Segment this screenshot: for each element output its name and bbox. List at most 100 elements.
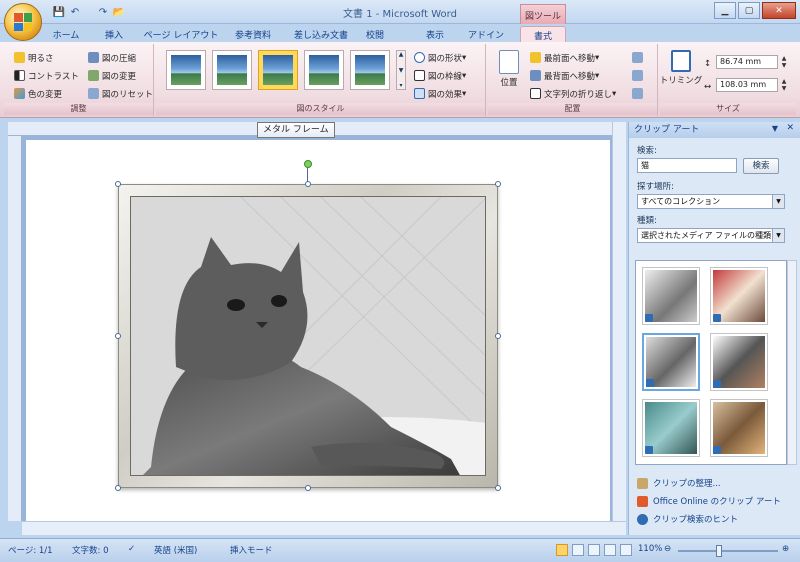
resize-handle-w[interactable] — [115, 333, 121, 339]
gallery-up-icon[interactable]: ▲ — [399, 51, 404, 58]
selected-picture[interactable] — [118, 184, 498, 488]
resize-handle-se[interactable] — [495, 485, 501, 491]
contextual-tab-group-label: 図ツール — [520, 4, 566, 24]
compress-pictures-button[interactable]: 図の圧縮 — [88, 50, 136, 65]
picture-effects-button[interactable]: 図の効果 ▾ — [414, 86, 466, 101]
resize-handle-e[interactable] — [495, 333, 501, 339]
folder-icon[interactable]: 📂 — [112, 5, 126, 19]
align-icon — [632, 52, 643, 63]
undo-icon[interactable]: ↶ — [68, 5, 82, 19]
gallery-more-icon[interactable]: ▾ — [399, 82, 402, 89]
proofing-icon[interactable]: ✓ — [128, 544, 135, 554]
results-scrollbar[interactable] — [787, 260, 797, 465]
send-to-back-button[interactable]: 最背面へ移動 ▾ — [530, 68, 599, 83]
horizontal-scrollbar[interactable] — [22, 521, 626, 535]
zoom-out-icon[interactable]: ⊖ — [664, 544, 671, 554]
full-screen-view-icon[interactable] — [572, 544, 584, 556]
clip-result-5[interactable] — [642, 399, 700, 457]
clip-result-1[interactable] — [642, 267, 700, 325]
type-select[interactable]: 選択されたメディア ファイルの種類 ▼ — [637, 228, 785, 243]
office-online-link[interactable]: Office Online のクリップ アート — [637, 494, 781, 508]
brightness-button[interactable]: 明るさ — [14, 50, 54, 65]
recolor-button[interactable]: 色の変更 — [14, 86, 62, 101]
picture-style-5[interactable] — [350, 50, 390, 90]
reset-picture-button[interactable]: 図のリセット — [88, 86, 153, 101]
clip-result-2[interactable] — [710, 267, 768, 325]
change-picture-button[interactable]: 図の変更 — [88, 68, 136, 83]
clip-result-4[interactable] — [710, 333, 768, 391]
compress-icon — [88, 52, 99, 63]
web-layout-view-icon[interactable] — [588, 544, 600, 556]
contrast-button[interactable]: コントラスト — [14, 68, 79, 83]
redo-icon[interactable]: ↷ — [96, 5, 110, 19]
vertical-scrollbar[interactable] — [612, 122, 626, 521]
page-count[interactable]: ページ: 1/1 — [8, 544, 53, 556]
contrast-icon — [14, 70, 25, 81]
search-input[interactable]: 猫 — [637, 158, 737, 173]
rotate-button[interactable] — [632, 86, 646, 101]
resize-handle-ne[interactable] — [495, 181, 501, 187]
location-dropdown-icon[interactable]: ▼ — [772, 195, 784, 208]
print-layout-view-icon[interactable] — [556, 544, 568, 556]
draft-view-icon[interactable] — [620, 544, 632, 556]
vertical-ruler[interactable] — [8, 136, 22, 521]
width-input[interactable]: 108.03 mm — [716, 78, 778, 92]
resize-handle-n[interactable] — [305, 181, 311, 187]
crop-button[interactable]: トリミング — [660, 50, 702, 100]
tab-format[interactable]: 書式 — [520, 26, 566, 42]
gallery-scroll[interactable]: ▲ ▼ ▾ — [396, 50, 406, 90]
width-spinner[interactable]: ▲ ▼ — [780, 78, 788, 92]
picture-border-button[interactable]: 図の枠線 ▾ — [414, 68, 466, 83]
close-button[interactable]: ✕ — [762, 2, 796, 19]
tab-mailings[interactable]: 差し込み文書 — [290, 26, 352, 42]
language[interactable]: 英語 (米国) — [154, 544, 197, 556]
save-icon[interactable]: 💾 — [52, 5, 66, 19]
outline-view-icon[interactable] — [604, 544, 616, 556]
position-button[interactable]: 位置 — [494, 50, 524, 100]
picture-style-metal-frame[interactable] — [258, 50, 298, 90]
gallery-down-icon[interactable]: ▼ — [399, 67, 404, 74]
zoom-in-icon[interactable]: ⊕ — [782, 544, 789, 554]
minimize-button[interactable]: ▁ — [714, 2, 736, 19]
rotation-handle[interactable] — [304, 160, 312, 168]
align-button[interactable] — [632, 50, 646, 65]
text-wrapping-button[interactable]: 文字列の折り返し ▾ — [530, 86, 616, 101]
zoom-slider[interactable] — [678, 550, 778, 552]
height-spinner[interactable]: ▲ ▼ — [780, 55, 788, 69]
tab-view[interactable]: 表示 — [420, 26, 450, 42]
bring-to-front-button[interactable]: 最前面へ移動 ▾ — [530, 50, 599, 65]
zoom-slider-thumb[interactable] — [716, 545, 722, 557]
tab-home[interactable]: ホーム — [46, 26, 86, 42]
tab-addins[interactable]: アドイン — [466, 26, 506, 42]
pane-menu-icon[interactable]: ▼ — [772, 124, 778, 133]
tab-page-layout[interactable]: ページ レイアウト — [142, 26, 220, 42]
tab-insert[interactable]: 挿入 — [96, 26, 132, 42]
location-select[interactable]: すべてのコレクション ▼ — [637, 194, 785, 209]
search-button[interactable]: 検索 — [743, 158, 779, 174]
resize-handle-sw[interactable] — [115, 485, 121, 491]
group-objects-button[interactable] — [632, 68, 646, 83]
office-button[interactable] — [4, 3, 42, 41]
window-title: 文書 1 - Microsoft Word — [343, 9, 457, 20]
height-icon: ↕ — [704, 58, 712, 69]
word-count[interactable]: 文字数: 0 — [72, 544, 108, 556]
tab-review[interactable]: 校閲 — [360, 26, 390, 42]
pane-close-icon[interactable]: ✕ — [786, 123, 794, 133]
type-dropdown-icon[interactable]: ▼ — [772, 229, 784, 242]
resize-handle-s[interactable] — [305, 485, 311, 491]
picture-style-2[interactable] — [212, 50, 252, 90]
picture-style-1[interactable] — [166, 50, 206, 90]
tab-references[interactable]: 参考資料 — [228, 26, 278, 42]
zoom-level[interactable]: 110% — [638, 544, 662, 554]
height-input[interactable]: 86.74 mm — [716, 55, 778, 69]
picture-style-4[interactable] — [304, 50, 344, 90]
insert-mode[interactable]: 挿入モード — [230, 544, 273, 556]
resize-handle-nw[interactable] — [115, 181, 121, 187]
send-back-icon — [530, 70, 541, 81]
clip-result-3[interactable] — [642, 333, 700, 391]
maximize-button[interactable]: ▢ — [738, 2, 760, 19]
organize-clips-link[interactable]: クリップの整理... — [637, 476, 721, 490]
picture-shape-button[interactable]: 図の形状 ▾ — [414, 50, 466, 65]
search-tips-link[interactable]: クリップ検索のヒント — [637, 512, 738, 526]
clip-result-6[interactable] — [710, 399, 768, 457]
